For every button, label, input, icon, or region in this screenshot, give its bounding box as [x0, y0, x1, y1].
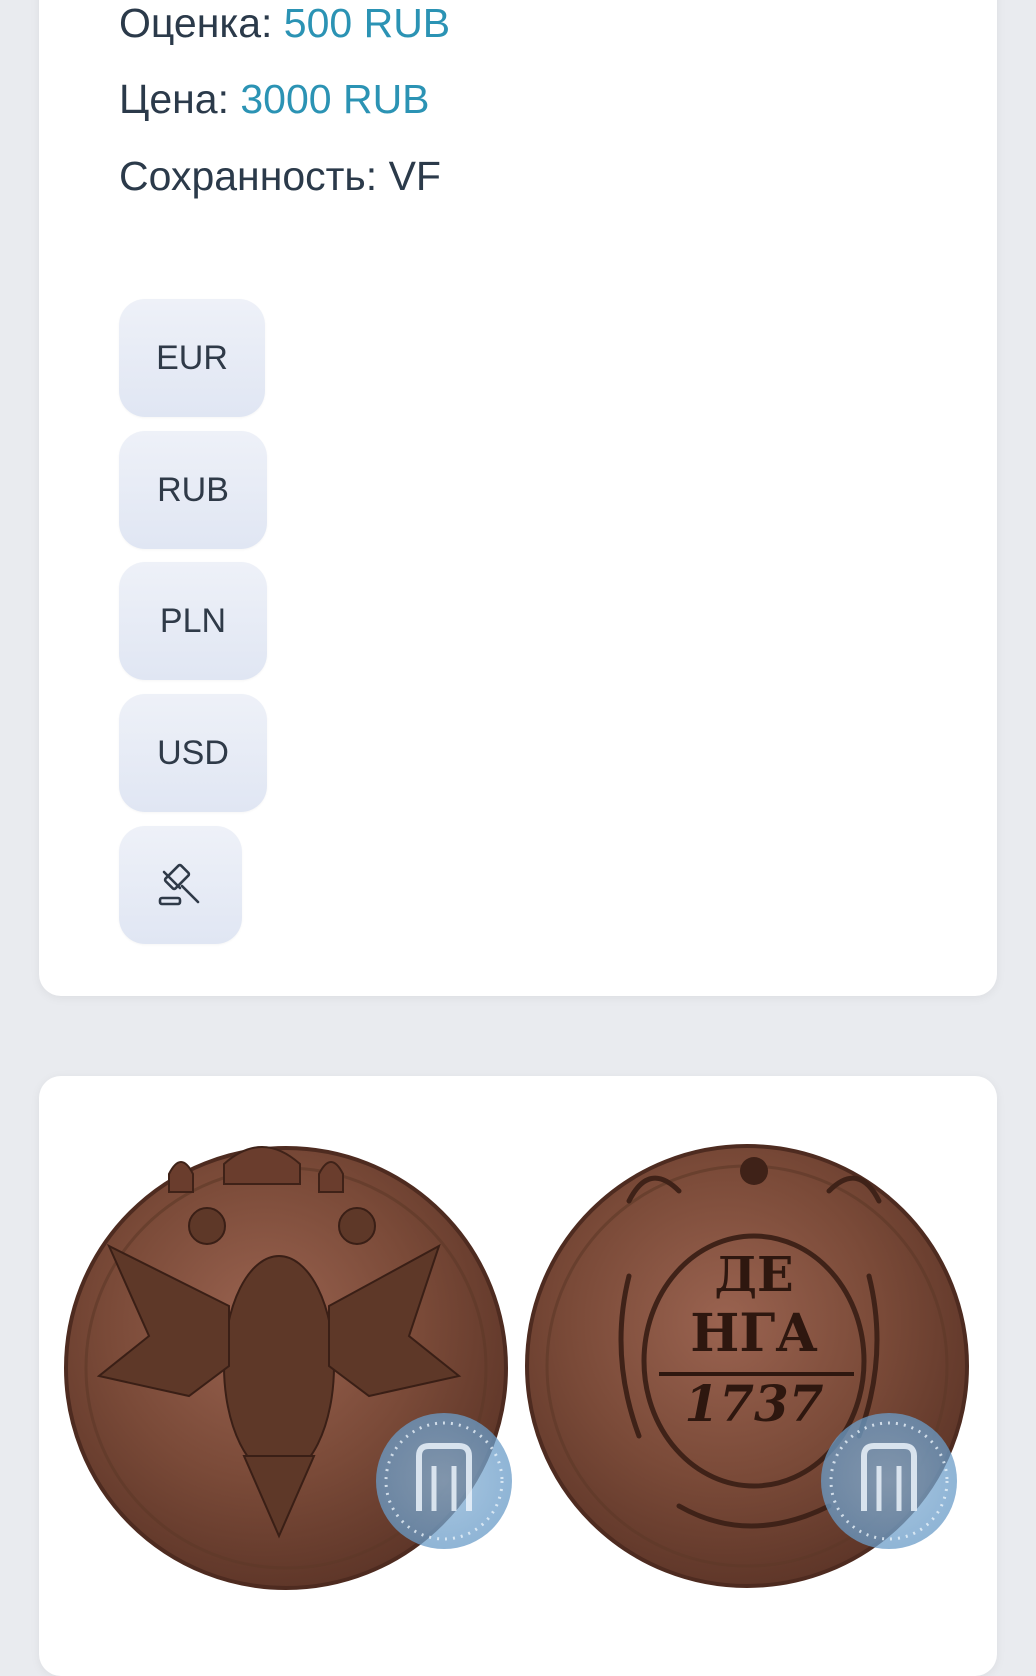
estimate-value: 500 RUB [283, 0, 451, 46]
lot-info-card: Оценка: 500 RUB Цена: 3000 RUB Сохраннос… [39, 0, 997, 996]
currency-button-eur[interactable]: EUR [119, 299, 265, 417]
coin-photo[interactable]: ДЕ НГА 1737 [39, 1076, 997, 1676]
currency-button-usd[interactable]: USD [119, 694, 267, 812]
condition-value: VF [388, 153, 441, 199]
auction-button[interactable] [119, 826, 242, 944]
reverse-text-line1: ДЕ [714, 1247, 793, 1303]
coin-image-card: ДЕ НГА 1737 [39, 1076, 997, 1676]
gavel-icon [158, 863, 199, 906]
reverse-year: 1737 [684, 1374, 823, 1433]
price-row: Цена: 3000 RUB [119, 76, 430, 123]
reverse-text-line2: НГА [690, 1303, 817, 1364]
price-value: 3000 RUB [240, 76, 430, 122]
watermark-logo-icon [821, 1413, 957, 1549]
estimate-label: Оценка: [119, 0, 284, 46]
currency-button-rub[interactable]: RUB [119, 431, 267, 549]
price-label: Цена: [119, 76, 241, 122]
condition-label: Сохранность: [119, 153, 389, 199]
condition-row: Сохранность: VF [119, 153, 441, 200]
estimate-row: Оценка: 500 RUB [119, 0, 450, 47]
watermark-logo-icon [376, 1413, 512, 1549]
currency-button-pln[interactable]: PLN [119, 562, 267, 680]
